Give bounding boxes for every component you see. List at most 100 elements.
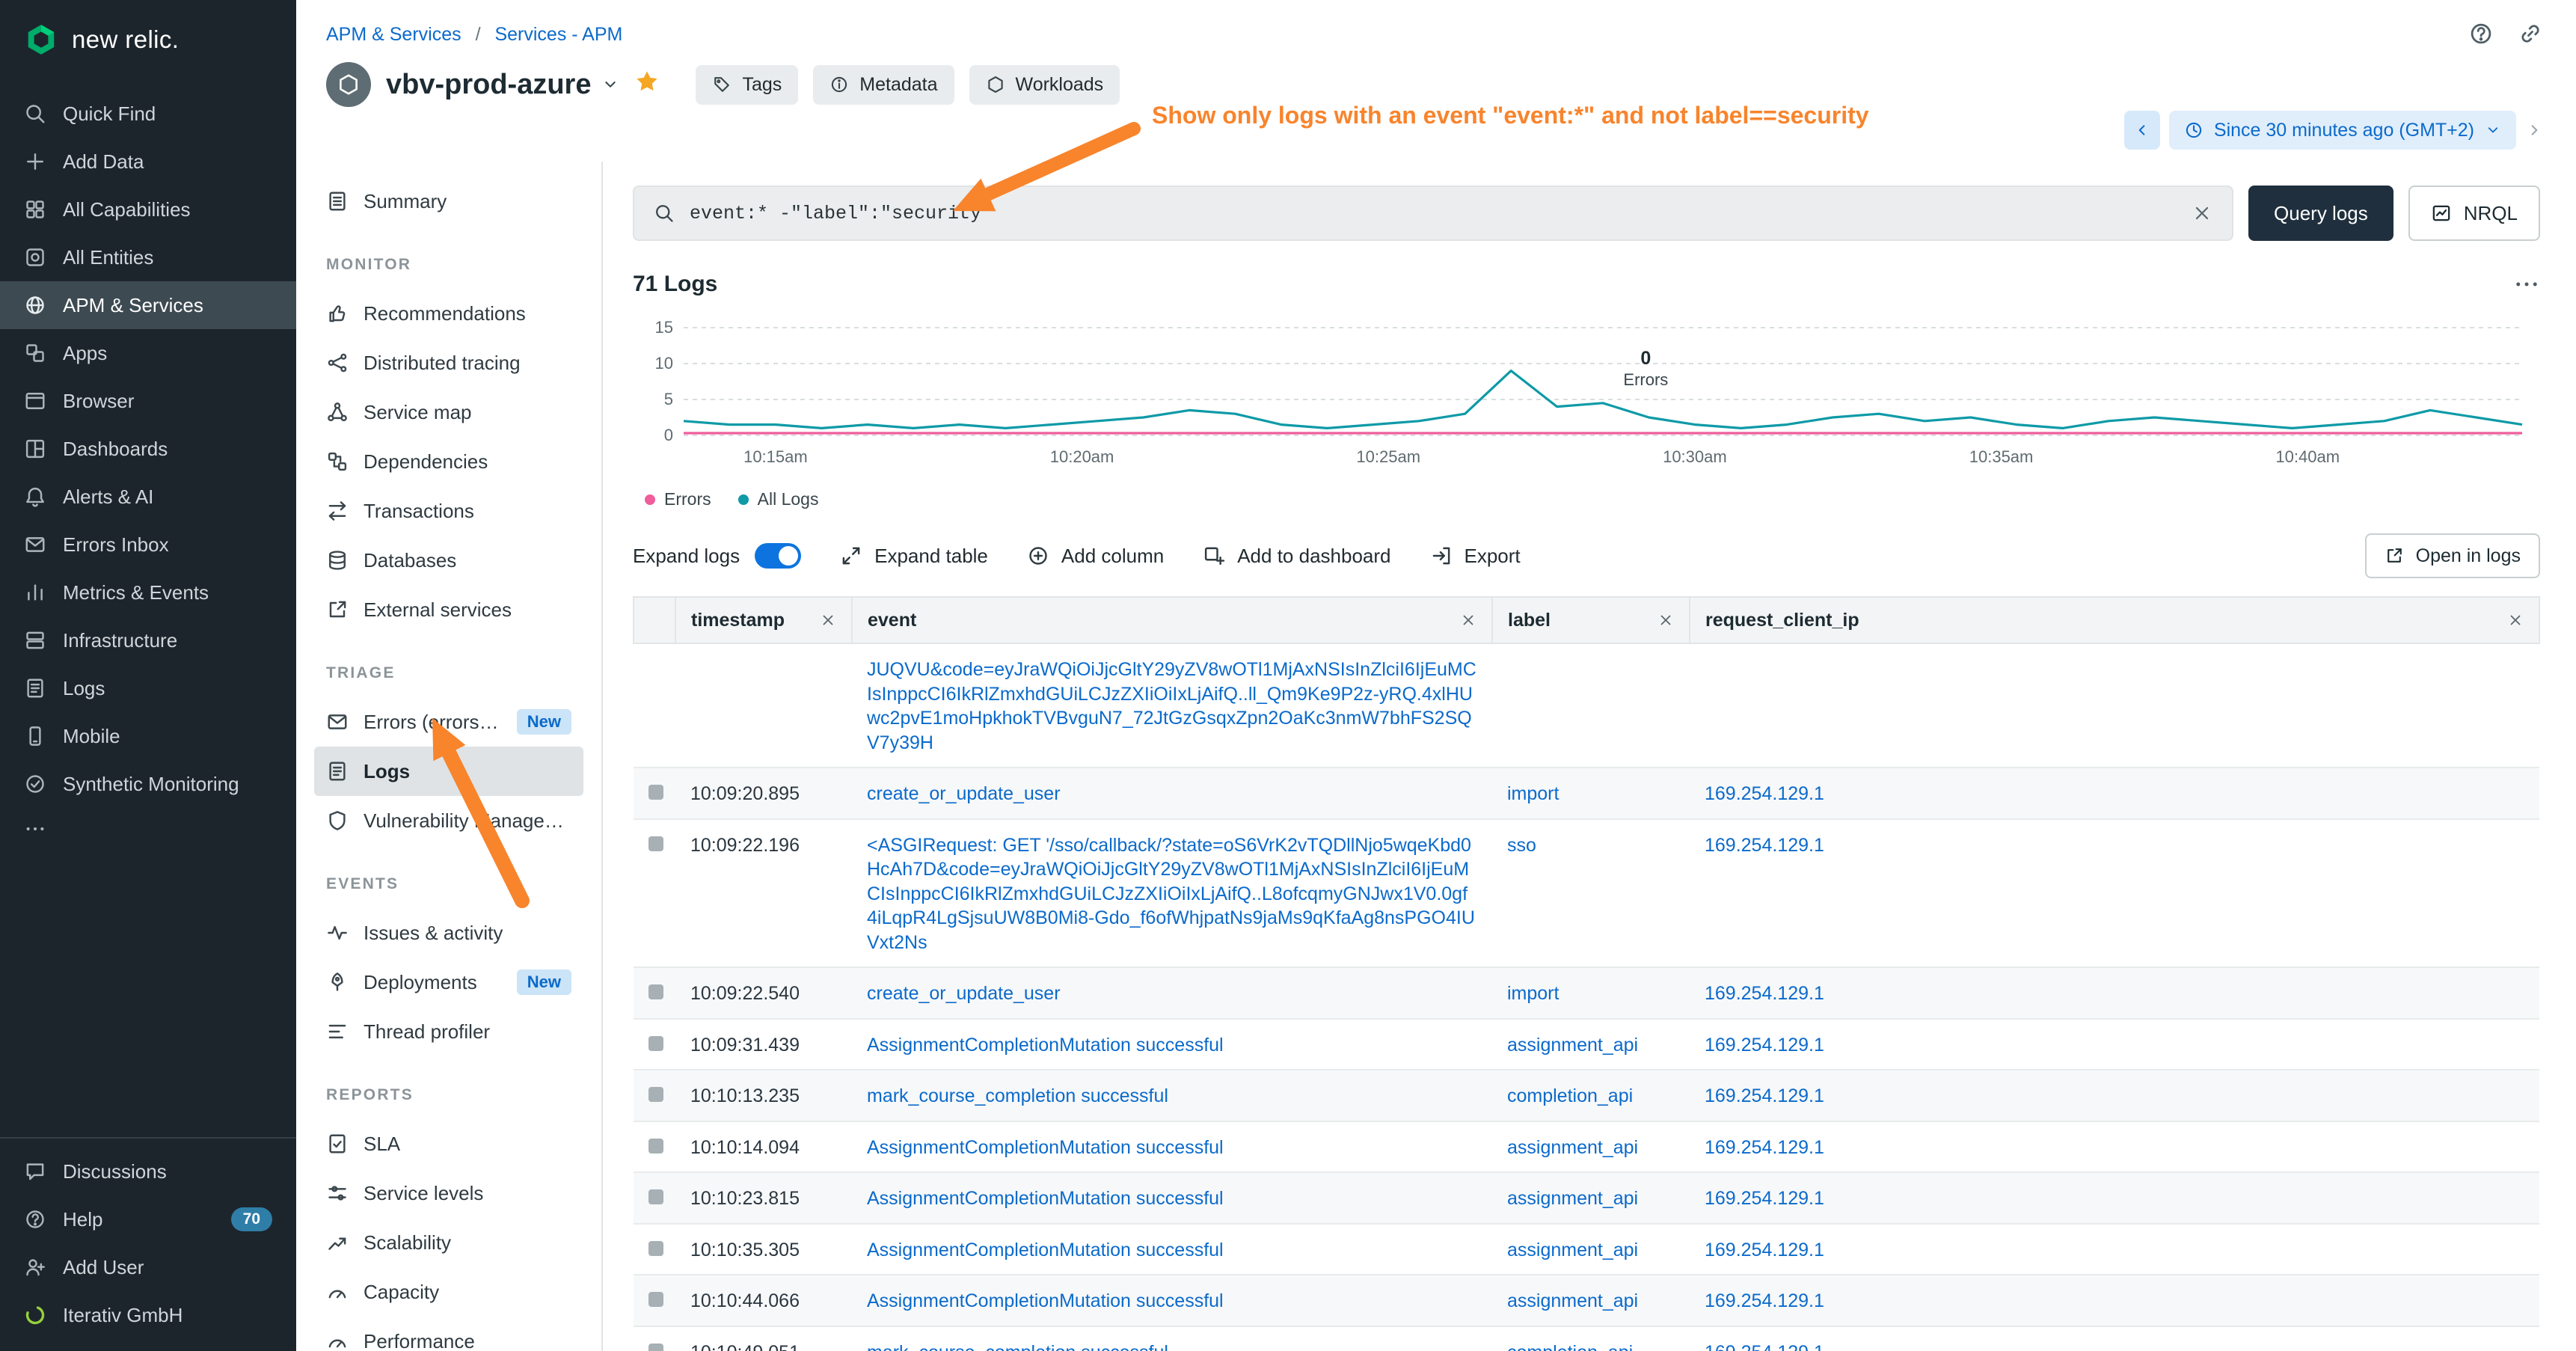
sidebar-item-add-user[interactable]: Add User [0,1243,296,1291]
event-link[interactable]: AssignmentCompletionMutation successful [867,1240,1224,1260]
event-link[interactable]: mark_course_completion successful [867,1342,1168,1351]
row-select-checkbox[interactable] [648,1344,663,1351]
workloads-chip[interactable]: Workloads [969,65,1120,105]
log-row[interactable]: 10:10:44.066AssignmentCompletionMutation… [634,1275,2539,1326]
sidebar-item-mobile[interactable]: Mobile [0,712,296,760]
legend-item-all-logs[interactable]: All Logs [738,489,819,509]
sidebar-item-add-data[interactable]: Add Data [0,138,296,186]
subnav-item-issues-activity[interactable]: Issues & activity [314,908,583,958]
subnav-item-databases[interactable]: Databases [314,536,583,585]
column-close-icon[interactable] [2507,612,2524,628]
subnav-item-service-map[interactable]: Service map [314,387,583,437]
ip-link[interactable]: 169.254.129.1 [1705,1085,1824,1106]
tool-expand-table[interactable]: Expand table [840,545,988,568]
query-logs-button[interactable]: Query logs [2248,186,2393,241]
row-select-checkbox[interactable] [648,1087,663,1102]
subnav-item-performance[interactable]: Performance [314,1317,583,1351]
sidebar-item-apps[interactable]: Apps [0,329,296,377]
query-text[interactable]: event:* -"label":"security" [690,203,2177,224]
nrql-button[interactable]: NRQL [2408,186,2540,241]
row-select-checkbox[interactable] [648,1241,663,1256]
sidebar-item-synthetic-monitoring[interactable]: Synthetic Monitoring [0,760,296,808]
row-select-checkbox[interactable] [648,984,663,999]
log-row[interactable]: 10:10:49.051mark_course_completion succe… [634,1326,2539,1351]
label-link[interactable]: sso [1507,835,1536,856]
legend-item-errors[interactable]: Errors [645,489,711,509]
column-close-icon[interactable] [1657,612,1674,628]
sidebar-item-metrics-events[interactable]: Metrics & Events [0,569,296,616]
column-close-icon[interactable] [820,612,836,628]
label-link[interactable]: import [1507,783,1559,804]
link-icon[interactable] [2518,21,2543,46]
chart-more-menu[interactable] [2513,271,2540,298]
label-link[interactable]: completion_api [1507,1342,1633,1351]
sidebar-item-discussions[interactable]: Discussions [0,1148,296,1195]
sidebar-item-help[interactable]: Help70 [0,1195,296,1243]
event-link[interactable]: AssignmentCompletionMutation successful [867,1137,1224,1158]
sidebar-item-all-capabilities[interactable]: All Capabilities [0,186,296,233]
ip-link[interactable]: 169.254.129.1 [1705,1137,1824,1158]
log-row[interactable]: 10:10:13.235mark_course_completion succe… [634,1070,2539,1121]
label-link[interactable]: assignment_api [1507,1240,1638,1260]
row-select-checkbox[interactable] [648,1189,663,1204]
subnav-item-service-levels[interactable]: Service levels [314,1168,583,1218]
sidebar-item-browser[interactable]: Browser [0,377,296,425]
title-chevron-down-icon[interactable] [601,76,619,94]
subnav-item-summary[interactable]: Summary [314,177,583,226]
breadcrumb-link-services[interactable]: Services - APM [494,24,622,45]
new-relic-logo[interactable]: new relic. [0,0,296,90]
log-row[interactable]: 10:09:22.196<ASGIRequest: GET '/sso/call… [634,819,2539,968]
log-row[interactable]: 10:09:31.439AssignmentCompletionMutation… [634,1019,2539,1070]
ip-link[interactable]: 169.254.129.1 [1705,1290,1824,1311]
event-link[interactable]: create_or_update_user [867,983,1061,1004]
event-link[interactable]: AssignmentCompletionMutation successful [867,1035,1224,1056]
tool-expand-logs[interactable]: Expand logs [633,543,801,569]
subnav-item-distributed-tracing[interactable]: Distributed tracing [314,338,583,387]
label-link[interactable]: assignment_api [1507,1035,1638,1056]
subnav-item-transactions[interactable]: Transactions [314,486,583,536]
ip-link[interactable]: 169.254.129.1 [1705,1035,1824,1056]
label-link[interactable]: assignment_api [1507,1188,1638,1209]
sidebar-item-logs[interactable]: Logs [0,664,296,712]
column-header-timestamp[interactable]: timestamp [675,597,852,643]
clear-query-icon[interactable] [2192,203,2212,224]
subnav-item-recommendations[interactable]: Recommendations [314,289,583,338]
subnav-item-sla[interactable]: SLA [314,1119,583,1168]
log-query-input[interactable]: event:* -"label":"security" [633,186,2233,241]
log-row[interactable]: 10:09:22.540create_or_update_userimport1… [634,967,2539,1019]
column-header-event[interactable]: event [852,597,1492,643]
subnav-item-vulnerability-management[interactable]: Vulnerability Management [314,796,583,845]
sidebar-item-dashboards[interactable]: Dashboards [0,425,296,473]
sidebar-item-all-entities[interactable]: All Entities [0,233,296,281]
label-link[interactable]: assignment_api [1507,1137,1638,1158]
tool-add-column[interactable]: Add column [1027,545,1164,568]
subnav-item-thread-profiler[interactable]: Thread profiler [314,1007,583,1056]
favorite-star-button[interactable] [619,69,678,100]
ip-link[interactable]: 169.254.129.1 [1705,1240,1824,1260]
sidebar-item-apm-services[interactable]: APM & Services [0,281,296,329]
sidebar-item-infrastructure[interactable]: Infrastructure [0,616,296,664]
subnav-item-logs[interactable]: Logs [314,747,583,796]
expand-logs-toggle[interactable] [755,543,801,569]
sidebar-item-errors-inbox[interactable]: Errors Inbox [0,521,296,569]
event-link[interactable]: create_or_update_user [867,783,1061,804]
subnav-item-deployments[interactable]: DeploymentsNew [314,958,583,1007]
event-link[interactable]: <ASGIRequest: GET '/sso/callback/?state=… [867,835,1475,953]
label-link[interactable]: assignment_api [1507,1290,1638,1311]
label-link[interactable]: import [1507,983,1559,1004]
subnav-item-scalability[interactable]: Scalability [314,1218,583,1267]
ip-link[interactable]: 169.254.129.1 [1705,835,1824,856]
ip-link[interactable]: 169.254.129.1 [1705,1188,1824,1209]
subnav-item-capacity[interactable]: Capacity [314,1267,583,1317]
column-header-request-client-ip[interactable]: request_client_ip [1690,597,2539,643]
row-select-checkbox[interactable] [648,1036,663,1051]
row-select-checkbox[interactable] [648,1292,663,1307]
subnav-item-errors-errors-inb[interactable]: Errors (errors inb...New [314,697,583,747]
page-title[interactable]: vbv-prod-azure [386,69,591,101]
tool-export[interactable]: Export [1430,545,1521,568]
row-select-checkbox[interactable] [648,836,663,851]
row-select-checkbox[interactable] [648,1139,663,1154]
event-link[interactable]: JUQVU&code=eyJraWQiOiJjcGltY29yZV8wOTl1M… [867,659,1476,753]
time-range-selector[interactable]: Since 30 minutes ago (GMT+2) [2169,111,2516,150]
ip-link[interactable]: 169.254.129.1 [1705,783,1824,804]
